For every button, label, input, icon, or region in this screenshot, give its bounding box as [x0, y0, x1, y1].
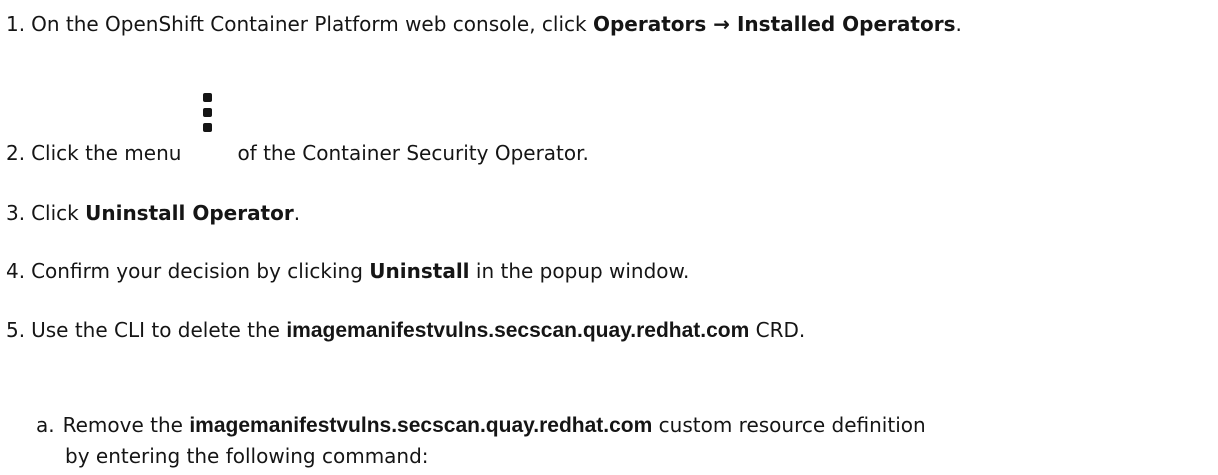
step-text-end: of the Container Security Operator. [237, 141, 589, 165]
step-number: 1. [6, 12, 26, 36]
gui-label-uninstall-operator: Uninstall Operator [85, 201, 294, 225]
step-text: Click [31, 201, 86, 225]
substep-number: a. [36, 413, 55, 437]
gui-label-operators-menu: Operators → Installed Operators [592, 12, 956, 36]
substep-continuation: by entering the following command: [65, 444, 429, 468]
step-number: 2. [6, 141, 26, 165]
step-number: 5. [6, 318, 26, 342]
step-number: 4. [6, 259, 26, 283]
procedure-list: 1. On the OpenShift Container Platform we… [0, 0, 1218, 475]
step-text-end: in the popup window. [469, 259, 690, 283]
step-text: Click the menu [31, 141, 182, 165]
step-text-end: . [955, 12, 962, 36]
substep-a: a. Remove the imagemanifestvulns.secscan.… [36, 410, 1211, 471]
step-1: 1. On the OpenShift Container Platform we… [6, 10, 962, 38]
step-text: On the OpenShift Container Platform web … [31, 12, 593, 36]
step-5: 5. Use the CLI to delete the imagemanifes… [6, 316, 805, 345]
crd-name: imagemanifestvulns.secscan.quay.redhat.c… [189, 414, 653, 437]
crd-name: imagemanifestvulns.secscan.quay.redhat.c… [286, 319, 750, 342]
step-text: Use the CLI to delete the [31, 318, 287, 342]
step-text-end: . [293, 201, 301, 225]
step-2: 2. Click the menu of the Container Securit… [6, 93, 589, 167]
substep-text: Remove the [62, 413, 190, 437]
kebab-menu-icon [181, 93, 237, 167]
gui-label-uninstall: Uninstall [369, 259, 470, 283]
step-3: 3. Click Uninstall Operator. [6, 199, 300, 227]
substep-text-end: custom resource definition [652, 413, 926, 437]
step-text-end: CRD. [749, 318, 806, 342]
step-text: Confirm your decision by clicking [31, 259, 370, 283]
step-4: 4. Confirm your decision by clicking Unin… [6, 257, 689, 285]
step-number: 3. [6, 201, 26, 225]
